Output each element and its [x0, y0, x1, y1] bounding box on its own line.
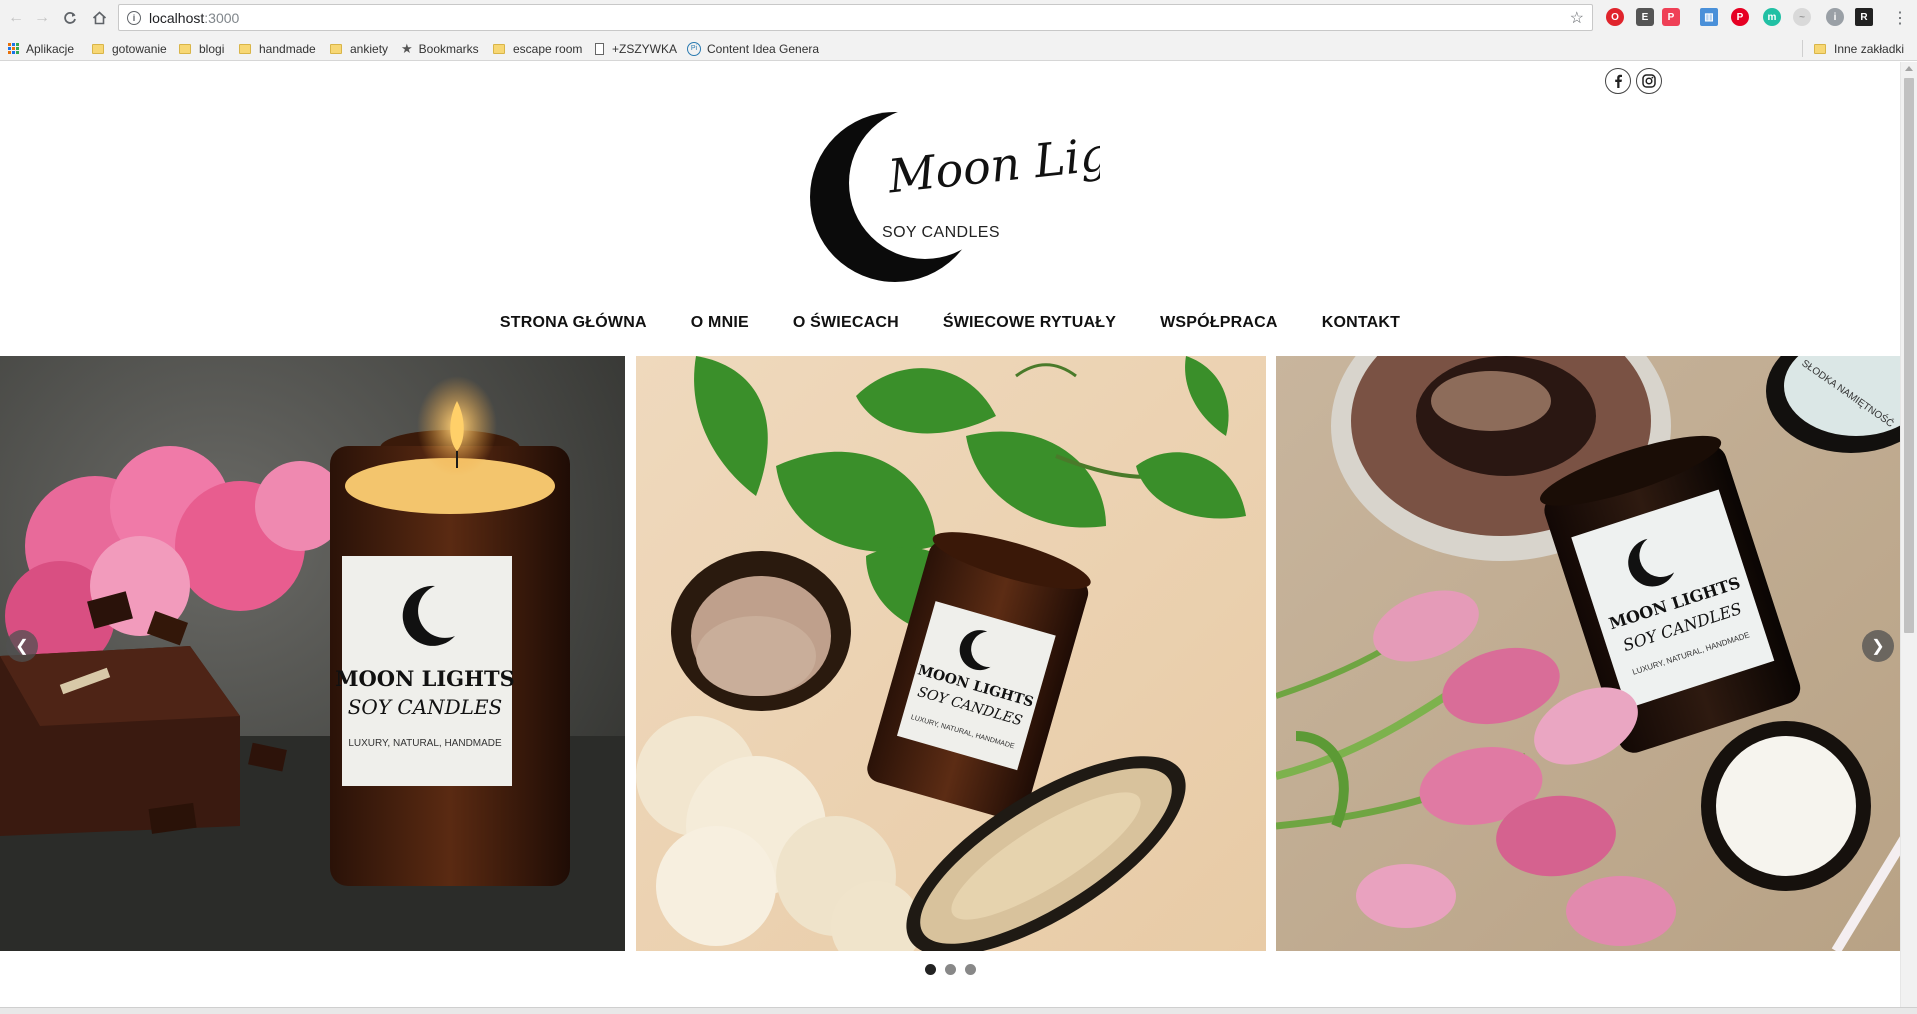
bookmark-ankiety[interactable]: ankiety — [330, 40, 388, 57]
bookmark-zszywka[interactable]: +ZSZYWKA — [595, 40, 677, 57]
bookmark-label: gotowanie — [112, 41, 167, 56]
instagram-icon[interactable] — [1636, 68, 1662, 94]
bookmark-label: handmade — [259, 41, 316, 56]
bookmark-label: +ZSZYWKA — [612, 41, 678, 56]
page-scrollbar[interactable] — [1900, 62, 1917, 1007]
image-carousel: MOON LIGHTS SOY CANDLES LUXURY, NATURAL,… — [0, 356, 1900, 951]
disabled-extension-icon[interactable]: ~ — [1793, 8, 1811, 26]
browser-toolbar: ← → i localhost:3000 ☆ O E P ▥ P m ~ i R… — [0, 0, 1917, 36]
url-text[interactable]: localhost:3000 — [149, 10, 239, 26]
nav-home[interactable]: STRONA GŁÓWNA — [500, 314, 647, 332]
slide-1: MOON LIGHTS SOY CANDLES LUXURY, NATURAL,… — [0, 356, 625, 951]
bookmarks-bar: Aplikacje gotowanie blogi handmade ankie… — [0, 36, 1917, 61]
badge-extension-icon[interactable]: R — [1855, 8, 1873, 26]
slider-dot-3[interactable] — [964, 964, 976, 975]
slider-dot-2[interactable] — [944, 964, 956, 975]
bookmarks-divider — [1802, 40, 1803, 57]
slider-dot-1[interactable] — [924, 964, 936, 975]
folder-icon — [1814, 43, 1826, 54]
nav-cooperation[interactable]: WSPÓŁPRACA — [1160, 314, 1278, 332]
slide-2: MOON LIGHTS SOY CANDLES LUXURY, NATURAL,… — [636, 356, 1266, 951]
folder-icon — [179, 43, 191, 54]
bookmark-other[interactable]: Inne zakładki — [1814, 40, 1904, 57]
main-navigation: STRONA GŁÓWNA O MNIE O ŚWIECACH ŚWIECOWE… — [0, 314, 1900, 332]
browser-window: ← → i localhost:3000 ☆ O E P ▥ P m ~ i R… — [0, 0, 1917, 1014]
address-bar[interactable]: i localhost:3000 ☆ — [118, 4, 1593, 31]
slider-next-button[interactable]: ❯ — [1862, 630, 1894, 662]
cream-jar — [1701, 721, 1871, 891]
bookmark-label: blogi — [199, 41, 225, 56]
slider-prev-button[interactable]: ❮ — [6, 630, 38, 662]
bookmark-label: Aplikacje — [26, 41, 75, 56]
facebook-icon[interactable] — [1605, 68, 1631, 94]
bookmark-escape-room[interactable]: escape room — [493, 40, 582, 57]
logo-sub-text: SOY CANDLES — [882, 224, 1000, 241]
bookmark-gotowanie[interactable]: gotowanie — [92, 40, 167, 57]
jar-label-sub: SOY CANDLES — [348, 695, 503, 719]
bookmark-bookmarks[interactable]: ★ Bookmarks — [401, 40, 479, 57]
home-icon[interactable] — [86, 5, 112, 31]
scroll-up-icon[interactable] — [1905, 66, 1913, 71]
bookmark-label: ankiety — [350, 41, 389, 56]
forward-icon[interactable]: → — [29, 5, 55, 31]
nav-about-candles[interactable]: O ŚWIECACH — [793, 314, 899, 332]
page-viewport: Moon Lights SOY CANDLES STRONA GŁÓWNA O … — [0, 62, 1900, 1007]
m-extension-icon[interactable]: m — [1763, 8, 1781, 26]
bookmark-star-icon[interactable]: ☆ — [1570, 8, 1584, 28]
back-icon[interactable]: ← — [3, 5, 29, 31]
bookmark-label: Bookmarks — [418, 41, 479, 56]
info-extension-icon[interactable]: i — [1826, 8, 1844, 26]
slide-3: SŁODKA NAMIĘTNOŚĆ MOON LIGHTS SOY CANDLE… — [1276, 356, 1900, 951]
url-host: localhost — [149, 9, 205, 26]
stats-extension-icon[interactable]: ▥ — [1700, 8, 1718, 26]
pocket-extension-icon[interactable]: P — [1662, 8, 1680, 26]
site-info-icon[interactable]: i — [127, 10, 141, 25]
bookmark-label: escape room — [513, 41, 583, 56]
bottom-bar — [0, 1007, 1917, 1014]
page-icon — [595, 42, 604, 55]
apps-grid-icon — [8, 42, 20, 55]
opera-extension-icon[interactable]: O — [1606, 8, 1624, 26]
open-jar — [671, 551, 851, 711]
bookmark-label: Inne zakładki — [1834, 41, 1905, 56]
reload-icon[interactable] — [57, 5, 83, 31]
bookmark-apps[interactable]: Aplikacje — [8, 40, 74, 57]
scrollbar-thumb[interactable] — [1904, 78, 1914, 633]
star-icon: ★ — [401, 40, 413, 56]
folder-icon — [330, 43, 342, 54]
site-logo[interactable]: Moon Lights SOY CANDLES — [800, 97, 1183, 282]
folder-icon — [92, 43, 104, 54]
nav-contact[interactable]: KONTAKT — [1322, 314, 1400, 332]
folder-icon — [239, 43, 251, 54]
bookmark-label: Content Idea Generat — [707, 41, 819, 56]
menu-icon[interactable]: ⋮ — [1892, 8, 1908, 28]
url-port: :3000 — [204, 9, 240, 26]
jar-label-title: MOON LIGHTS — [335, 666, 515, 691]
pi-icon: Pi — [687, 41, 701, 56]
slider-dots — [0, 964, 1900, 975]
candle-jar: MOON LIGHTS SOY CANDLES LUXURY, NATURAL,… — [330, 430, 570, 886]
pinterest-extension-icon[interactable]: P — [1731, 8, 1749, 26]
bookmark-handmade[interactable]: handmade — [239, 40, 316, 57]
jar-label-tag: LUXURY, NATURAL, HANDMADE — [348, 738, 502, 749]
evernote-extension-icon[interactable]: E — [1636, 8, 1654, 26]
bookmark-blogi[interactable]: blogi — [179, 40, 224, 57]
nav-about[interactable]: O MNIE — [691, 314, 749, 332]
folder-icon — [493, 43, 505, 54]
bookmark-content-idea[interactable]: Pi Content Idea Generat — [687, 40, 819, 57]
nav-candle-rituals[interactable]: ŚWIECOWE RYTUAŁY — [943, 314, 1116, 332]
